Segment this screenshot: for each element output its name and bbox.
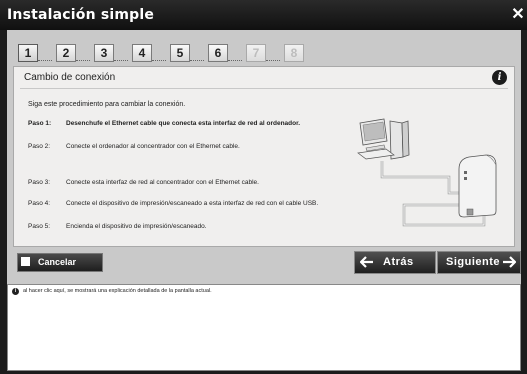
step-dots: [38, 56, 52, 61]
step-number: 8: [284, 44, 304, 62]
step-label: Paso 3:: [28, 179, 51, 186]
step-label: Paso 5:: [28, 223, 51, 230]
close-icon[interactable]: ✕: [511, 6, 525, 24]
button-bar: Cancelar Atrás Siguiente: [13, 251, 521, 274]
info-icon: i: [12, 288, 19, 295]
title-bar: Instalación simple ✕: [0, 0, 527, 30]
step-dots: [114, 56, 128, 61]
step-number: 3: [94, 44, 114, 62]
info-icon[interactable]: i: [492, 70, 507, 85]
arrow-left-icon: [360, 256, 373, 268]
step-number: 4: [132, 44, 152, 62]
step-dots: [152, 56, 166, 61]
cancel-button[interactable]: Cancelar: [17, 253, 103, 272]
step-label: Paso 1:: [28, 120, 52, 127]
step-text: Conecte el dispositivo de impresión/esca…: [66, 200, 319, 207]
divider: [20, 88, 508, 89]
step-text: Conecte el ordenador al concentrador con…: [66, 143, 240, 150]
main-window: 1 2 3 4 5 6 7 8 Cambio de conexión i Sig…: [7, 30, 521, 371]
next-button[interactable]: Siguiente: [437, 251, 521, 274]
arrow-right-icon: [503, 256, 516, 268]
next-label: Siguiente: [446, 256, 501, 268]
content-panel: Cambio de conexión i Siga este procedimi…: [13, 66, 515, 247]
help-text: al hacer clic aquí, se mostrará una expl…: [23, 288, 212, 294]
computer-icon: [357, 118, 410, 160]
step-dots: [228, 56, 242, 61]
step-text: Desenchufe el Ethernet cable que conecta…: [66, 120, 301, 127]
step-number: 2: [56, 44, 76, 62]
help-area[interactable]: i al hacer clic aquí, se mostrará una ex…: [7, 284, 521, 371]
step-number: 1: [18, 44, 38, 62]
step-dots: [266, 56, 280, 61]
step-number: 6: [208, 44, 228, 62]
cancel-label: Cancelar: [38, 257, 77, 267]
window-title: Instalación simple: [7, 7, 155, 23]
step-dots: [190, 56, 204, 61]
step-text: Conecte esta interfaz de red al concentr…: [66, 179, 259, 186]
step-dots: [76, 56, 90, 61]
printer-device-icon: [458, 154, 497, 218]
panel-title: Cambio de conexión: [24, 72, 116, 83]
step-number: 7: [246, 44, 266, 62]
back-button[interactable]: Atrás: [354, 251, 436, 274]
intro-text: Siga este procedimiento para cambiar la …: [28, 101, 186, 108]
step-label: Paso 2:: [28, 143, 51, 150]
step-text: Encienda el dispositivo de impresión/esc…: [66, 223, 207, 230]
cancel-checkbox-icon: [21, 257, 30, 266]
connection-diagram: [357, 118, 497, 227]
step-number: 5: [170, 44, 190, 62]
step-label: Paso 4:: [28, 200, 51, 207]
back-label: Atrás: [383, 256, 414, 268]
